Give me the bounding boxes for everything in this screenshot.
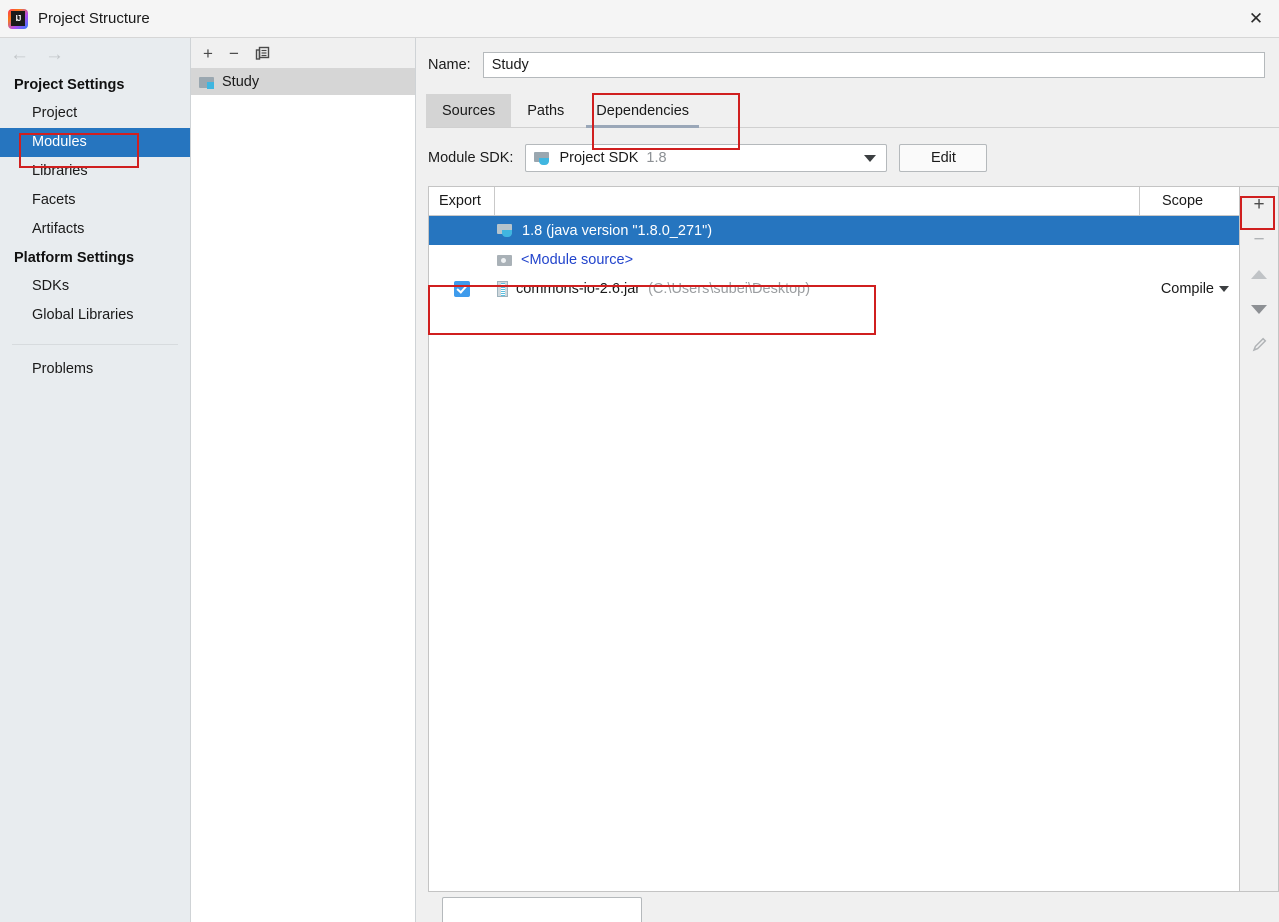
window-titlebar: Project Structure ✕ <box>0 0 1279 38</box>
dependencies-toolbar: + − <box>1240 186 1279 892</box>
sidebar-divider <box>12 344 178 345</box>
tab-sources[interactable]: Sources <box>426 94 511 127</box>
remove-module-icon[interactable]: − <box>229 45 239 62</box>
name-label: Name: <box>428 57 471 73</box>
column-header-scope[interactable]: Scope <box>1140 187 1239 215</box>
module-sdk-row: Module SDK: Project SDK 1.8 Edit <box>416 128 1279 172</box>
close-icon[interactable]: ✕ <box>1233 0 1279 37</box>
navigation-arrows: ← → <box>0 38 190 71</box>
move-up-icon[interactable] <box>1246 261 1272 287</box>
module-tabs: Sources Paths Dependencies <box>426 94 1279 128</box>
add-dependency-icon[interactable]: + <box>1246 191 1272 217</box>
chevron-down-icon <box>1219 286 1229 292</box>
export-checkbox[interactable] <box>454 281 470 297</box>
modules-toolbar: + − <box>191 38 415 69</box>
module-sdk-combobox[interactable]: Project SDK 1.8 <box>525 144 887 172</box>
sidebar-group-project-settings: Project Settings <box>0 71 190 99</box>
module-editor-pane: Name: Sources Paths Dependencies Module … <box>416 38 1279 922</box>
column-header-name[interactable] <box>495 187 1140 215</box>
forward-arrow-icon[interactable]: → <box>45 45 64 64</box>
jar-icon <box>497 281 508 297</box>
chevron-down-icon <box>864 155 876 162</box>
dependency-name-label: <Module source> <box>521 252 633 268</box>
back-arrow-icon[interactable]: ← <box>10 45 29 64</box>
module-name-input[interactable] <box>483 52 1265 78</box>
scope-value-label: Compile <box>1161 281 1214 297</box>
sidebar-item-modules[interactable]: Modules <box>0 128 190 157</box>
table-row[interactable]: commons-io-2.6.jar (C:\Users\subei\Deskt… <box>429 274 1239 303</box>
module-sdk-version: 1.8 <box>646 150 666 166</box>
tab-paths[interactable]: Paths <box>511 94 580 127</box>
jdk-folder-icon <box>534 151 551 166</box>
cell-name: <Module source> <box>495 252 1140 268</box>
edit-sdk-button[interactable]: Edit <box>899 144 987 172</box>
window-title: Project Structure <box>38 10 150 27</box>
cell-name: commons-io-2.6.jar (C:\Users\subei\Deskt… <box>495 281 1140 297</box>
table-row[interactable]: 1.8 (java version "1.8.0_271") <box>429 216 1239 245</box>
sidebar-item-sdks[interactable]: SDKs <box>0 272 190 301</box>
modules-list-panel: + − Study <box>191 38 416 922</box>
bottom-option-combobox[interactable] <box>442 897 642 922</box>
bottom-options-row <box>416 892 1279 922</box>
module-name-label: Study <box>222 74 259 90</box>
module-sdk-value: Project SDK <box>559 150 638 166</box>
dependencies-table-area: Export Scope 1.8 (java version "1.8.0_27… <box>428 186 1279 892</box>
cell-export <box>429 281 495 297</box>
list-item[interactable]: Study <box>191 69 415 95</box>
edit-dependency-icon[interactable] <box>1246 331 1272 357</box>
tab-dependencies[interactable]: Dependencies <box>580 94 705 127</box>
move-down-icon[interactable] <box>1246 296 1272 322</box>
module-source-icon <box>497 253 513 267</box>
intellij-idea-logo-icon <box>8 9 28 29</box>
dependency-name-label: 1.8 (java version "1.8.0_271") <box>522 223 712 239</box>
dependency-path-label: (C:\Users\subei\Desktop) <box>648 281 810 297</box>
table-body: 1.8 (java version "1.8.0_271") <Module s… <box>429 216 1239 891</box>
dialog-body: ← → Project Settings Project Modules Lib… <box>0 38 1279 922</box>
module-icon <box>199 75 215 89</box>
sidebar-group-platform-settings: Platform Settings <box>0 244 190 272</box>
sidebar-item-libraries[interactable]: Libraries <box>0 157 190 186</box>
sidebar-item-project[interactable]: Project <box>0 99 190 128</box>
table-header: Export Scope <box>429 187 1239 216</box>
module-name-row: Name: <box>416 38 1279 78</box>
table-row[interactable]: <Module source> <box>429 245 1239 274</box>
cell-scope[interactable]: Compile <box>1140 281 1239 297</box>
copy-module-icon[interactable] <box>255 46 270 61</box>
cell-name: 1.8 (java version "1.8.0_271") <box>495 223 1140 239</box>
sidebar-item-artifacts[interactable]: Artifacts <box>0 215 190 244</box>
remove-dependency-icon[interactable]: − <box>1246 226 1272 252</box>
jdk-folder-icon <box>497 223 514 238</box>
column-header-export[interactable]: Export <box>429 187 495 215</box>
add-module-icon[interactable]: + <box>203 45 213 62</box>
sidebar-item-problems[interactable]: Problems <box>0 355 190 384</box>
sidebar-item-facets[interactable]: Facets <box>0 186 190 215</box>
sidebar-item-global-libraries[interactable]: Global Libraries <box>0 301 190 330</box>
dependencies-table: Export Scope 1.8 (java version "1.8.0_27… <box>428 186 1240 892</box>
dependency-name-label: commons-io-2.6.jar <box>516 281 640 297</box>
module-sdk-label: Module SDK: <box>428 150 513 166</box>
settings-sidebar: ← → Project Settings Project Modules Lib… <box>0 38 191 922</box>
